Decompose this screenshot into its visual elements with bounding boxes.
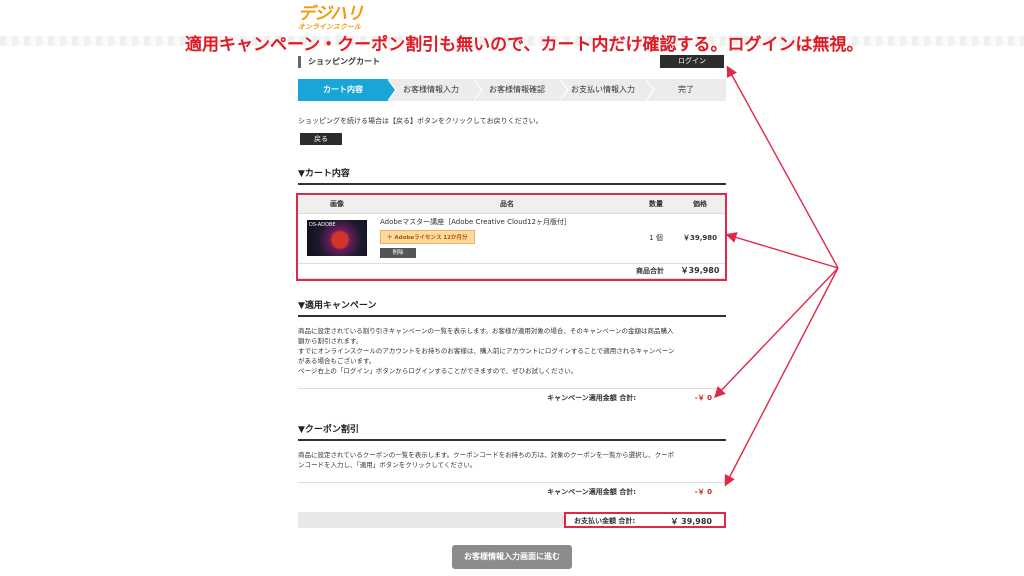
campaign-sum-value: -￥ 0 — [694, 394, 712, 402]
checkout-steps: カート内容 お客様情報入力 お客様情報確認 お支払い情報入力 完了 — [298, 79, 726, 101]
step-divider — [387, 79, 395, 101]
campaign-line: がある場合もございます。 — [298, 357, 376, 365]
page-title: ショッピングカート — [298, 56, 380, 68]
campaign-description: 商品に設定されている割り引きキャンペーンの一覧を表示します。お客様が適用対象の場… — [298, 326, 726, 376]
campaign-sum-label: キャンペーン適用金額 合計: — [547, 394, 636, 402]
total-row: お支払い金額 合計: ￥ 39,980 — [298, 512, 726, 528]
step-confirm: お客様情報確認 — [474, 79, 560, 101]
campaign-line: 商品に設定されている割り引きキャンペーンの一覧を表示します。お客様が適用対象の場… — [298, 327, 674, 335]
total-highlight-box: お支払い金額 合計: ￥ 39,980 — [564, 512, 726, 528]
step-divider — [559, 79, 567, 101]
coupon-sum-row: キャンペーン適用金額 合計: -￥ 0 — [298, 482, 726, 498]
coupon-section-title: ▼クーポン割引 — [298, 422, 726, 441]
coupon-sum-label: キャンペーン適用金額 合計: — [547, 488, 636, 496]
campaign-line: ページ右上の「ログイン」ボタンからログインすることができますので、ぜひお試しくだ… — [298, 367, 578, 375]
step-divider — [473, 79, 481, 101]
cart-section-title: ▼カート内容 — [298, 166, 726, 185]
login-button[interactable]: ログイン — [660, 55, 724, 68]
arrow-to-coupon — [724, 267, 839, 487]
logo-line1: デジハリ — [298, 4, 363, 24]
step-divider — [645, 79, 653, 101]
step-payment: お支払い情報入力 — [560, 79, 646, 101]
arrow-to-campaign — [714, 267, 839, 399]
arrow-to-login — [726, 65, 839, 269]
coupon-description: 商品に設定されているクーポンの一覧を表示します。クーポンコードをお持ちの方は、対… — [298, 450, 726, 470]
back-button[interactable]: 戻る — [300, 133, 342, 145]
proceed-button[interactable]: お客様情報入力画面に進む — [452, 545, 572, 569]
step-complete: 完了 — [646, 79, 726, 101]
campaign-sum-row: キャンペーン適用金額 合計: -￥ 0 — [298, 388, 726, 404]
intro-text: ショッピングを続ける場合は【戻る】ボタンをクリックしてお戻りください。 — [298, 117, 543, 125]
total-label: お支払い金額 合計: — [574, 517, 636, 525]
total-value: ￥ 39,980 — [670, 517, 712, 526]
step-cart: カート内容 — [298, 79, 388, 101]
coupon-line: ンコードを入力し、「適用」ボタンをクリックしてください。 — [298, 461, 477, 469]
coupon-line: 商品に設定されているクーポンの一覧を表示します。クーポンコードをお持ちの方は、対… — [298, 451, 675, 459]
arrow-to-cart — [725, 232, 839, 269]
step-customer-info: お客様情報入力 — [388, 79, 474, 101]
campaign-section-title: ▼適用キャンペーン — [298, 298, 726, 317]
coupon-sum-value: -￥ 0 — [694, 488, 712, 496]
annotation-text: 適用キャンペーン・クーポン割引も無いので、カート内だけ確認する。ログインは無視。 — [185, 35, 864, 55]
cart-highlight-box — [296, 193, 727, 281]
campaign-line: すでにオンラインスクールのアカウントをお持ちのお客様は、購入前にアカウントにログ… — [298, 347, 675, 355]
campaign-line: 額から割引されます。 — [298, 337, 363, 345]
